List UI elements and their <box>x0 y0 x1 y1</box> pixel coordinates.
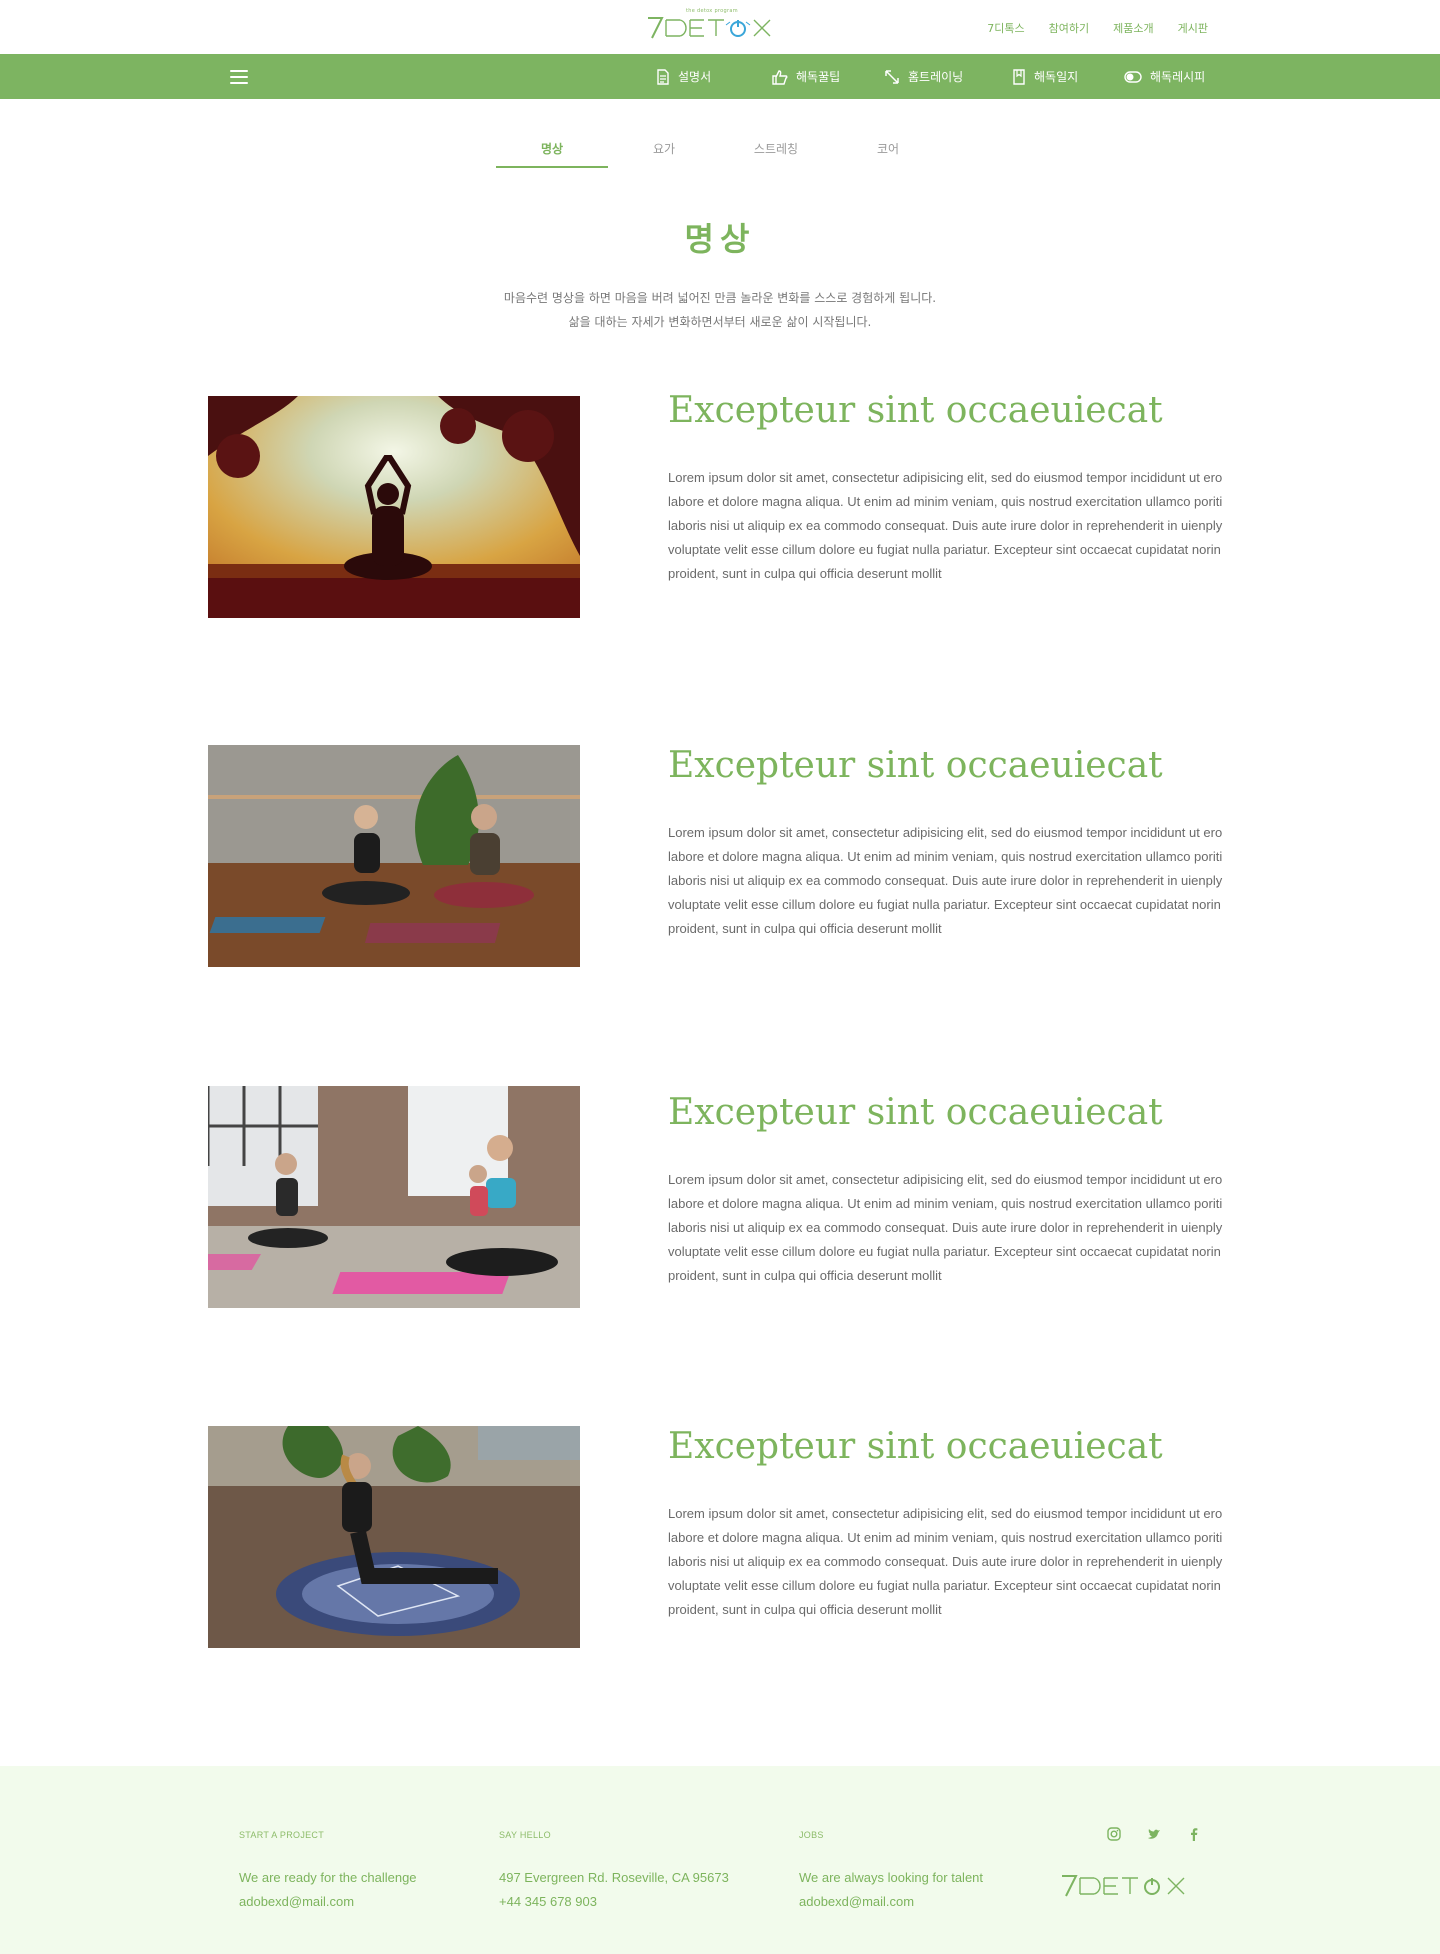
social-links <box>1106 1826 1202 1842</box>
article-photo-couple-meditation <box>208 745 580 967</box>
thumbs-up-icon <box>772 69 788 85</box>
article-title: Excepteur sint occaeuiecat <box>668 390 1163 431</box>
nav-label-home-training: 홈트레이닝 <box>908 70 964 84</box>
footer-text: We are always looking for talent <box>799 1870 984 1885</box>
nav-label-manual: 설명서 <box>678 70 712 84</box>
expand-arrows-icon <box>885 69 899 84</box>
logo-mark <box>648 17 771 39</box>
footer-email-link[interactable]: adobexd@mail.com <box>239 1890 417 1914</box>
footer-col-project: START A PROJECT We are ready for the cha… <box>239 1830 417 1914</box>
footer-heading: JOBS <box>799 1830 824 1840</box>
document-icon <box>657 68 669 85</box>
section-intro: 마음수련 명상을 하면 마음을 버려 넓어진 만큼 놀라운 변화를 스스로 경험… <box>0 286 1440 334</box>
toggle-icon <box>1124 70 1142 83</box>
top-link-join[interactable]: 참여하기 <box>1049 20 1089 36</box>
top-link-board[interactable]: 게시판 <box>1178 20 1208 36</box>
article-photo-sunset-meditation <box>208 396 580 618</box>
footer: START A PROJECT We are ready for the cha… <box>0 1766 1440 1954</box>
twitter-icon[interactable] <box>1146 1826 1162 1842</box>
journal-icon <box>1013 68 1025 85</box>
nav-label-tips: 해독꿀팁 <box>796 70 841 84</box>
footer-phone-link[interactable]: +44 345 678 903 <box>499 1890 729 1914</box>
footer-address: 497 Evergreen Rd. Roseville, CA 95673 <box>499 1870 729 1885</box>
tab-meditation[interactable]: 명상 <box>496 140 608 168</box>
article-title: Excepteur sint occaeuiecat <box>668 745 1163 786</box>
footer-logo[interactable] <box>1060 1870 1206 1900</box>
section-title: 명상 <box>684 220 756 258</box>
article-body: Lorem ipsum dolor sit amet, consectetur … <box>668 1172 1223 1283</box>
article-photo-group-yoga <box>208 1086 580 1308</box>
intro-line-2: 삶을 대하는 자세가 변화하면서부터 새로운 삶이 시작됩니다. <box>568 315 872 329</box>
nav-item-tips[interactable]: 해독꿀팁 <box>772 54 884 99</box>
top-nav: 7디톡스 참여하기 제품소개 게시판 <box>987 20 1208 36</box>
category-tabs: 명상 요가 스트레칭 코어 <box>496 140 944 168</box>
top-header: the detox program 7디톡스 참여하기 제품소개 게시판 <box>0 0 1440 54</box>
article-photo-stretching-mat <box>208 1426 580 1648</box>
footer-col-hello: SAY HELLO 497 Evergreen Rd. Roseville, C… <box>499 1830 729 1914</box>
tab-yoga[interactable]: 요가 <box>608 140 720 166</box>
nav-label-recipes: 해독레시피 <box>1150 70 1206 84</box>
footer-col-jobs: JOBS We are always looking for talent ad… <box>799 1830 983 1914</box>
footer-text: We are ready for the challenge <box>239 1870 417 1885</box>
footer-heading: SAY HELLO <box>499 1830 551 1840</box>
article-title: Excepteur sint occaeuiecat <box>668 1426 1163 1467</box>
footer-email-link[interactable]: adobexd@mail.com <box>799 1890 983 1914</box>
footer-logo-mark <box>1062 1875 1185 1897</box>
main-nav-bar: 설명서 해독꿀팁 홈트레이닝 해독일지 해독레시피 <box>0 54 1440 99</box>
intro-line-1: 마음수련 명상을 하면 마음을 버려 넓어진 만큼 놀라운 변화를 스스로 경험… <box>503 291 937 305</box>
hamburger-menu-icon[interactable] <box>230 70 248 84</box>
tab-core[interactable]: 코어 <box>832 140 944 166</box>
site-logo[interactable]: the detox program <box>646 8 792 42</box>
nav-item-manual[interactable]: 설명서 <box>656 54 772 99</box>
article-title: Excepteur sint occaeuiecat <box>668 1092 1163 1133</box>
footer-heading: START A PROJECT <box>239 1830 325 1840</box>
tab-stretching[interactable]: 스트레칭 <box>720 140 832 166</box>
logo-tagline: the detox program <box>686 8 738 14</box>
top-link-7detox[interactable]: 7디톡스 <box>987 20 1024 36</box>
nav-label-journal: 해독일지 <box>1034 70 1079 84</box>
main-nav: 설명서 해독꿀팁 홈트레이닝 해독일지 해독레시피 <box>656 54 1224 99</box>
instagram-icon[interactable] <box>1106 1826 1122 1842</box>
article-body: Lorem ipsum dolor sit amet, consectetur … <box>668 1506 1223 1617</box>
nav-item-journal[interactable]: 해독일지 <box>1012 54 1124 99</box>
nav-item-home-training[interactable]: 홈트레이닝 <box>884 54 1012 99</box>
top-link-products[interactable]: 제품소개 <box>1113 20 1153 36</box>
nav-item-recipes[interactable]: 해독레시피 <box>1124 54 1224 99</box>
facebook-icon[interactable] <box>1186 1826 1202 1842</box>
article-body: Lorem ipsum dolor sit amet, consectetur … <box>668 825 1223 936</box>
article-body: Lorem ipsum dolor sit amet, consectetur … <box>668 470 1223 581</box>
